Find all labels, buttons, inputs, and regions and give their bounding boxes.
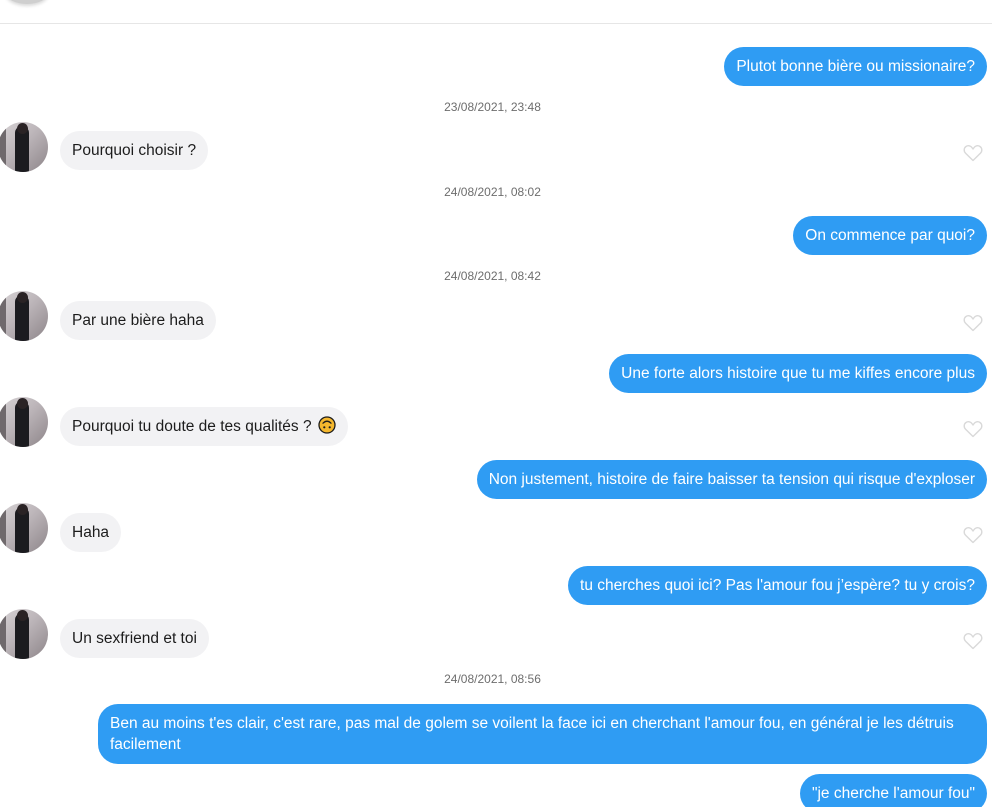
received-message[interactable]: Pourquoi choisir ? <box>60 131 209 170</box>
sent-message[interactable]: On commence par quoi? <box>793 216 987 255</box>
message-text: Par une bière haha <box>72 312 204 329</box>
received-message[interactable]: Par une bière haha <box>60 301 216 340</box>
heart-outline-icon[interactable] <box>963 632 983 650</box>
avatar[interactable] <box>0 291 48 341</box>
message-text: "je cherche l'amour fou" <box>811 785 975 802</box>
message-text: Un sexfriend et toi <box>72 630 197 647</box>
message-text: Haha <box>72 524 110 541</box>
received-message[interactable]: Un sexfriend et toi <box>60 619 209 658</box>
avatar-photo-frame <box>0 503 6 553</box>
message-text: Pourquoi tu doute de tes qualités ? <box>72 418 312 435</box>
message-text: Non justement, histoire de faire baisser… <box>488 471 975 488</box>
timestamp: 24/08/2021, 08:56 <box>444 672 541 686</box>
sent-message[interactable]: "je cherche l'amour fou" <box>799 774 987 807</box>
heart-outline-icon[interactable] <box>963 526 983 544</box>
avatar[interactable] <box>0 609 48 659</box>
timestamp: 23/08/2021, 23:48 <box>444 100 541 114</box>
heart-outline-icon[interactable] <box>963 314 983 332</box>
sent-message[interactable]: Une forte alors histoire que tu me kiffe… <box>609 354 987 393</box>
heart-outline-icon[interactable] <box>963 144 983 162</box>
avatar-photo-frame <box>0 397 6 447</box>
sent-message[interactable]: Plutot bonne bière ou missionaire? <box>724 47 987 86</box>
avatar[interactable] <box>0 397 48 447</box>
timestamp: 24/08/2021, 08:42 <box>444 269 541 283</box>
avatar-photo-head <box>17 123 28 134</box>
message-text: tu cherches quoi ici? Pas l'amour fou j’… <box>580 577 975 594</box>
received-message[interactable]: Pourquoi tu doute de tes qualités ? <box>60 407 348 446</box>
received-message[interactable]: Haha <box>60 513 122 552</box>
conversation-header <box>0 0 992 24</box>
upside-down-face-icon <box>318 416 336 434</box>
timestamp: 24/08/2021, 08:02 <box>444 185 541 199</box>
avatar[interactable] <box>0 503 48 553</box>
avatar-photo-frame <box>0 609 6 659</box>
header-avatar[interactable] <box>6 0 48 4</box>
message-text: Plutot bonne bière ou missionaire? <box>736 58 975 75</box>
message-text: Une forte alors histoire que tu me kiffe… <box>621 365 975 382</box>
avatar-photo-head <box>17 504 28 515</box>
avatar[interactable] <box>0 122 48 172</box>
avatar-photo-head <box>17 610 28 621</box>
avatar-photo-head <box>17 398 28 409</box>
message-text: Ben au moins t'es clair, c'est rare, pas… <box>110 715 954 753</box>
message-text: Pourquoi choisir ? <box>72 142 197 159</box>
sent-message[interactable]: Ben au moins t'es clair, c'est rare, pas… <box>98 704 987 764</box>
avatar-photo-frame <box>0 122 6 172</box>
sent-message[interactable]: tu cherches quoi ici? Pas l'amour fou j’… <box>568 566 987 605</box>
avatar-photo-frame <box>0 291 6 341</box>
avatar-photo-head <box>17 292 28 303</box>
heart-outline-icon[interactable] <box>963 420 983 438</box>
sent-message[interactable]: Non justement, histoire de faire baisser… <box>476 460 987 499</box>
message-text: On commence par quoi? <box>805 227 975 244</box>
